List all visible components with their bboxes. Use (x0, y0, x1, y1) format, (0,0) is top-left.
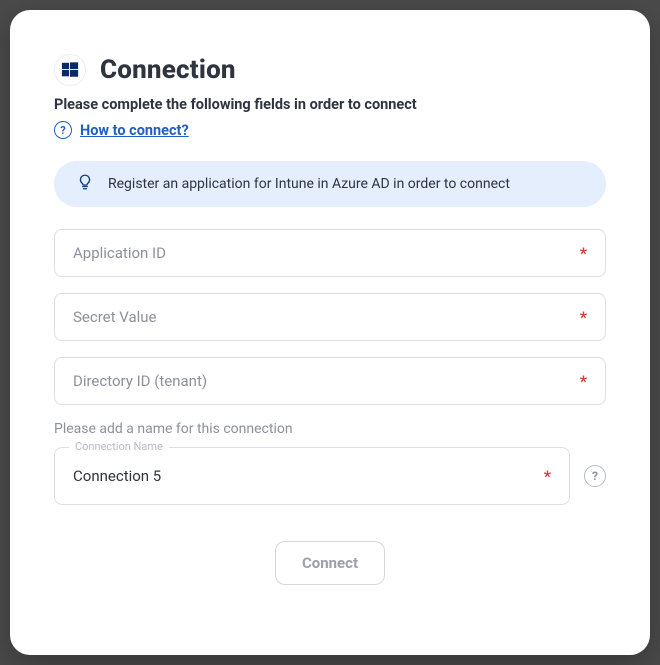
connection-dialog: Connection Please complete the following… (10, 10, 650, 655)
application-id-input[interactable] (73, 230, 587, 276)
dialog-title: Connection (100, 55, 236, 85)
secret-value-input[interactable] (73, 294, 587, 340)
application-id-field: * (54, 229, 606, 277)
windows-icon (54, 54, 86, 86)
connection-name-input[interactable] (73, 448, 551, 504)
directory-id-field: * (54, 357, 606, 405)
connect-button[interactable]: Connect (275, 541, 385, 585)
lightbulb-icon (76, 173, 94, 195)
how-to-connect-link[interactable]: How to connect? (80, 122, 189, 139)
info-banner-text: Register an application for Intune in Az… (108, 176, 510, 192)
connection-name-section-label: Please add a name for this connection (54, 421, 606, 437)
dialog-footer: Connect (54, 541, 606, 585)
directory-id-input[interactable] (73, 358, 587, 404)
required-indicator: * (544, 467, 551, 486)
connection-name-label: Connection Name (69, 440, 169, 453)
connection-name-field: Connection Name * (54, 447, 570, 505)
question-icon: ? (54, 121, 72, 139)
info-banner: Register an application for Intune in Az… (54, 161, 606, 207)
required-indicator: * (580, 244, 587, 263)
required-indicator: * (580, 308, 587, 327)
dialog-subtitle: Please complete the following fields in … (54, 96, 606, 113)
secret-value-field: * (54, 293, 606, 341)
connection-name-help-icon[interactable]: ? (584, 465, 606, 487)
help-row: ? How to connect? (54, 121, 606, 139)
connection-name-row: Connection Name * ? (54, 447, 606, 505)
dialog-header: Connection (54, 54, 606, 86)
required-indicator: * (580, 372, 587, 391)
